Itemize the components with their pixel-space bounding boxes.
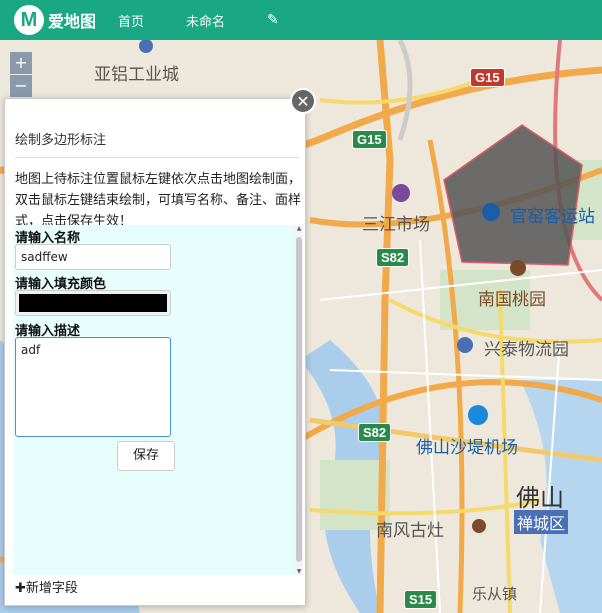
logo-text: 爱地图: [48, 12, 97, 31]
map-label-xingtai: 兴泰物流园: [484, 340, 569, 360]
highway-shield-g15: G15: [470, 68, 505, 87]
scroll-down-icon[interactable]: ▼: [295, 568, 303, 575]
description-textarea[interactable]: adf: [15, 337, 171, 437]
panel-title: 绘制多边形标注: [15, 133, 107, 148]
nav-home[interactable]: 首页: [118, 11, 144, 30]
color-swatch: [19, 294, 167, 312]
close-icon[interactable]: ✕: [290, 88, 316, 114]
save-button[interactable]: 保存: [117, 441, 175, 471]
nav-untitled[interactable]: 未命名: [186, 11, 225, 30]
highway-shield-s15: S15: [404, 590, 438, 609]
map-label-airport: 佛山沙堤机场: [416, 438, 518, 458]
form-scrollbar[interactable]: ▲ ▼: [295, 225, 303, 575]
map-label-foshan: 佛山: [516, 484, 564, 512]
map-label-nanguo: 南国桃园: [478, 290, 546, 310]
name-input[interactable]: sadffew: [15, 244, 171, 270]
top-nav-bar: M 爱地图 首页 未命名 ✎: [0, 0, 602, 40]
highway-shield-s82: S82: [376, 248, 410, 267]
zoom-out-button[interactable]: −: [10, 75, 32, 97]
pencil-icon[interactable]: ✎: [267, 12, 279, 28]
fill-color-picker[interactable]: [15, 290, 171, 316]
map-label-sanjiang: 三江市场: [362, 215, 430, 235]
highway-shield-g15: G15: [352, 130, 387, 149]
map-label-chancheng: 禅城区: [514, 510, 569, 534]
app-logo[interactable]: M 爱地图: [14, 5, 96, 35]
scroll-thumb[interactable]: [296, 237, 302, 562]
highway-shield-s82: S82: [358, 423, 392, 442]
logo-icon: M: [14, 5, 44, 35]
zoom-in-button[interactable]: +: [10, 52, 32, 74]
map-label-guanyao: 官窑客运站: [510, 207, 595, 227]
divider: [15, 157, 299, 158]
map-label-nanfeng: 南风古灶: [376, 521, 444, 541]
form-area: 请输入名称 sadffew 请输入填充颜色 请输入描述 adf 保存: [13, 225, 295, 575]
add-field-button[interactable]: ✚新增字段: [15, 577, 78, 596]
scroll-up-icon[interactable]: ▲: [295, 225, 303, 232]
map-label-yalv: 亚铝工业城: [94, 65, 179, 85]
draw-polygon-panel: 绘制多边形标注 地图上待标注位置鼠标左键依次点击地图绘制面，双击鼠标左键结束绘制…: [4, 98, 306, 606]
map-label-lecong: 乐从镇: [472, 585, 518, 603]
panel-description: 地图上待标注位置鼠标左键依次点击地图绘制面，双击鼠标左键结束绘制，可填写名称、备…: [15, 172, 302, 229]
